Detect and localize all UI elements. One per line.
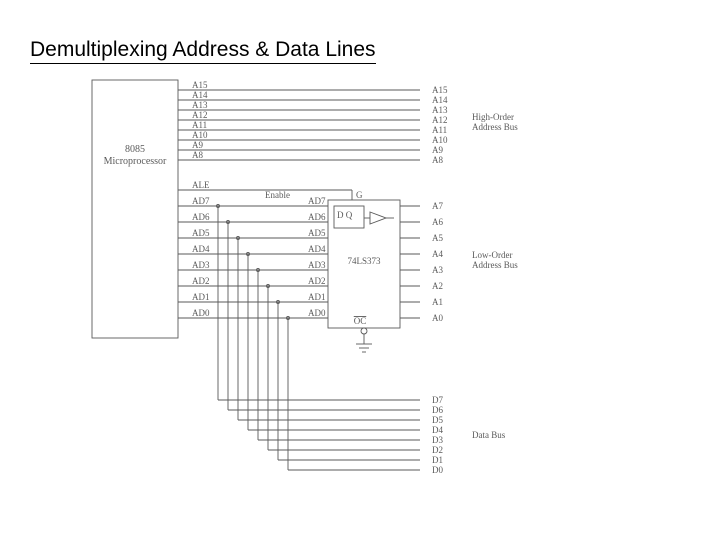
mpu-name: 8085 xyxy=(125,144,145,155)
out-a3: A3 xyxy=(432,265,443,275)
low-order-label2: Address Bus xyxy=(472,260,518,270)
inversion-bubble-icon xyxy=(361,328,367,334)
buffer-icon xyxy=(370,212,386,224)
pin-ad7-l: AD7 xyxy=(192,196,210,206)
pin-ad6-l: AD6 xyxy=(192,212,210,222)
pin-a12-l: A12 xyxy=(192,110,208,120)
pin-a15-l: A15 xyxy=(192,80,208,90)
out-a5: A5 xyxy=(432,233,443,243)
ad-bus-lines: AD7 AD7 AD6 AD6 AD5 AD5 AD4 AD4 AD3 AD3 … xyxy=(178,196,420,470)
latch-g-pin: G xyxy=(356,190,363,200)
pin-a8-r: A8 xyxy=(432,155,443,165)
out-d5: D5 xyxy=(432,415,443,425)
pin-a8-l: A8 xyxy=(192,150,203,160)
latch-in-ad1: AD1 xyxy=(308,292,326,302)
pin-a11-r: A11 xyxy=(432,125,447,135)
pin-a11-l: A11 xyxy=(192,120,207,130)
latch-in-ad2: AD2 xyxy=(308,276,326,286)
latch-in-ad7: AD7 xyxy=(308,196,326,206)
out-a2: A2 xyxy=(432,281,443,291)
latch-oc-pin: OC xyxy=(354,316,367,326)
pin-ad0-l: AD0 xyxy=(192,308,210,318)
latched-address-out: A7 A6 A5 A4 A3 A2 A1 A0 xyxy=(400,201,443,323)
pin-ad2-l: AD2 xyxy=(192,276,210,286)
high-order-label1: High-Order xyxy=(472,112,514,122)
out-d2: D2 xyxy=(432,445,443,455)
out-d7: D7 xyxy=(432,395,443,405)
pin-a13-r: A13 xyxy=(432,105,448,115)
high-order-label2: Address Bus xyxy=(472,122,518,132)
latch-in-ad4: AD4 xyxy=(308,244,326,254)
out-d3: D3 xyxy=(432,435,443,445)
out-a1: A1 xyxy=(432,297,443,307)
pin-a13-l: A13 xyxy=(192,100,208,110)
latch-dq-label: D Q xyxy=(337,210,353,220)
pin-a15-r: A15 xyxy=(432,85,448,95)
pin-a9-l: A9 xyxy=(192,140,203,150)
data-bus-out: D7 D6 D5 D4 D3 D2 D1 D0 xyxy=(432,395,443,475)
latch-in-ad0: AD0 xyxy=(308,308,326,318)
ground-icon xyxy=(356,344,372,352)
mpu-sub: Microprocessor xyxy=(104,156,167,167)
pin-a14-l: A14 xyxy=(192,90,208,100)
enable-label: Enable xyxy=(265,190,290,200)
latch-in-ad6: AD6 xyxy=(308,212,326,222)
ale-label: ALE xyxy=(192,180,210,190)
latch-in-ad3: AD3 xyxy=(308,260,326,270)
out-d1: D1 xyxy=(432,455,443,465)
pin-a10-r: A10 xyxy=(432,135,448,145)
out-a0: A0 xyxy=(432,313,443,323)
pin-a9-r: A9 xyxy=(432,145,443,155)
data-bus-label: Data Bus xyxy=(472,430,506,440)
latch-name: 74LS373 xyxy=(347,256,381,266)
pin-ad5-l: AD5 xyxy=(192,228,210,238)
pin-ad1-l: AD1 xyxy=(192,292,210,302)
mpu-block xyxy=(92,80,178,338)
pin-a14-r: A14 xyxy=(432,95,448,105)
pin-a10-l: A10 xyxy=(192,130,208,140)
low-order-label1: Low-Order xyxy=(472,250,512,260)
out-d6: D6 xyxy=(432,405,443,415)
pin-ad3-l: AD3 xyxy=(192,260,210,270)
out-a7: A7 xyxy=(432,201,443,211)
high-order-address-lines: A15 A15 A14 A14 A13 A13 A12 A12 A11 A11 A10 A1… xyxy=(178,80,448,165)
pin-a12-r: A12 xyxy=(432,115,448,125)
out-d4: D4 xyxy=(432,425,443,435)
schematic-diagram: 8085 Microprocessor A15 A15 A14 A14 A13 A13… xyxy=(0,0,720,540)
latch-in-ad5: AD5 xyxy=(308,228,326,238)
pin-ad4-l: AD4 xyxy=(192,244,210,254)
out-a6: A6 xyxy=(432,217,443,227)
out-a4: A4 xyxy=(432,249,443,259)
out-d0: D0 xyxy=(432,465,443,475)
